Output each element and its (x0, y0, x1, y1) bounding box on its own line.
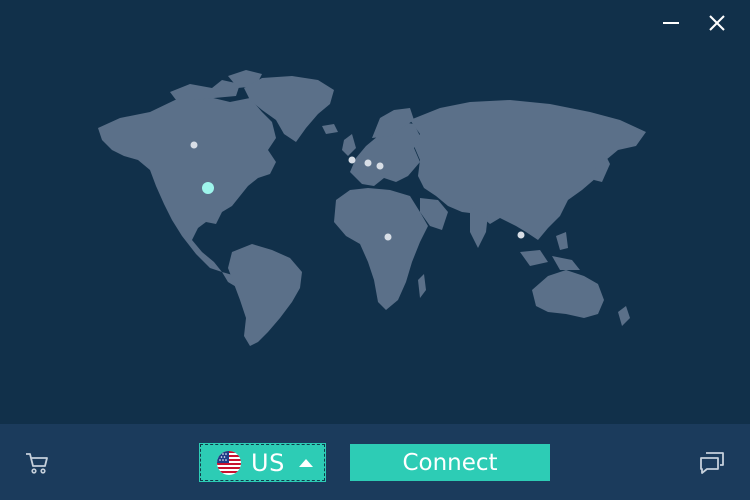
country-selector[interactable]: US (199, 443, 326, 482)
connect-button[interactable]: Connect (350, 444, 550, 481)
world-map (0, 40, 750, 424)
minimize-icon (663, 22, 679, 24)
server-dot-north-america-west[interactable] (190, 141, 198, 149)
server-dot-southeast-asia[interactable] (517, 231, 525, 239)
country-code: US (251, 448, 285, 477)
window-controls (660, 12, 728, 34)
cart-button[interactable] (24, 451, 50, 475)
continents (98, 70, 646, 346)
minimize-button[interactable] (660, 12, 682, 34)
server-dot-africa[interactable] (384, 233, 392, 241)
server-dot-europe-east[interactable] (376, 162, 384, 170)
server-dot-north-america-east-selected[interactable] (202, 182, 214, 194)
us-flag-icon (217, 450, 241, 475)
chat-icon (700, 452, 724, 474)
server-dot-europe-west[interactable] (348, 156, 356, 164)
world-map-svg (98, 70, 646, 346)
close-button[interactable] (706, 12, 728, 34)
cart-icon (26, 453, 48, 474)
bottom-bar: US Connect (0, 424, 750, 500)
server-dot-europe-central[interactable] (364, 159, 372, 167)
vpn-app-window: US Connect (0, 0, 750, 500)
chat-button[interactable] (698, 450, 726, 476)
continent-africa (334, 188, 428, 310)
caret-up-icon (298, 458, 313, 467)
close-icon (709, 15, 725, 31)
continent-australia (532, 270, 604, 318)
continent-south-america (228, 244, 302, 346)
